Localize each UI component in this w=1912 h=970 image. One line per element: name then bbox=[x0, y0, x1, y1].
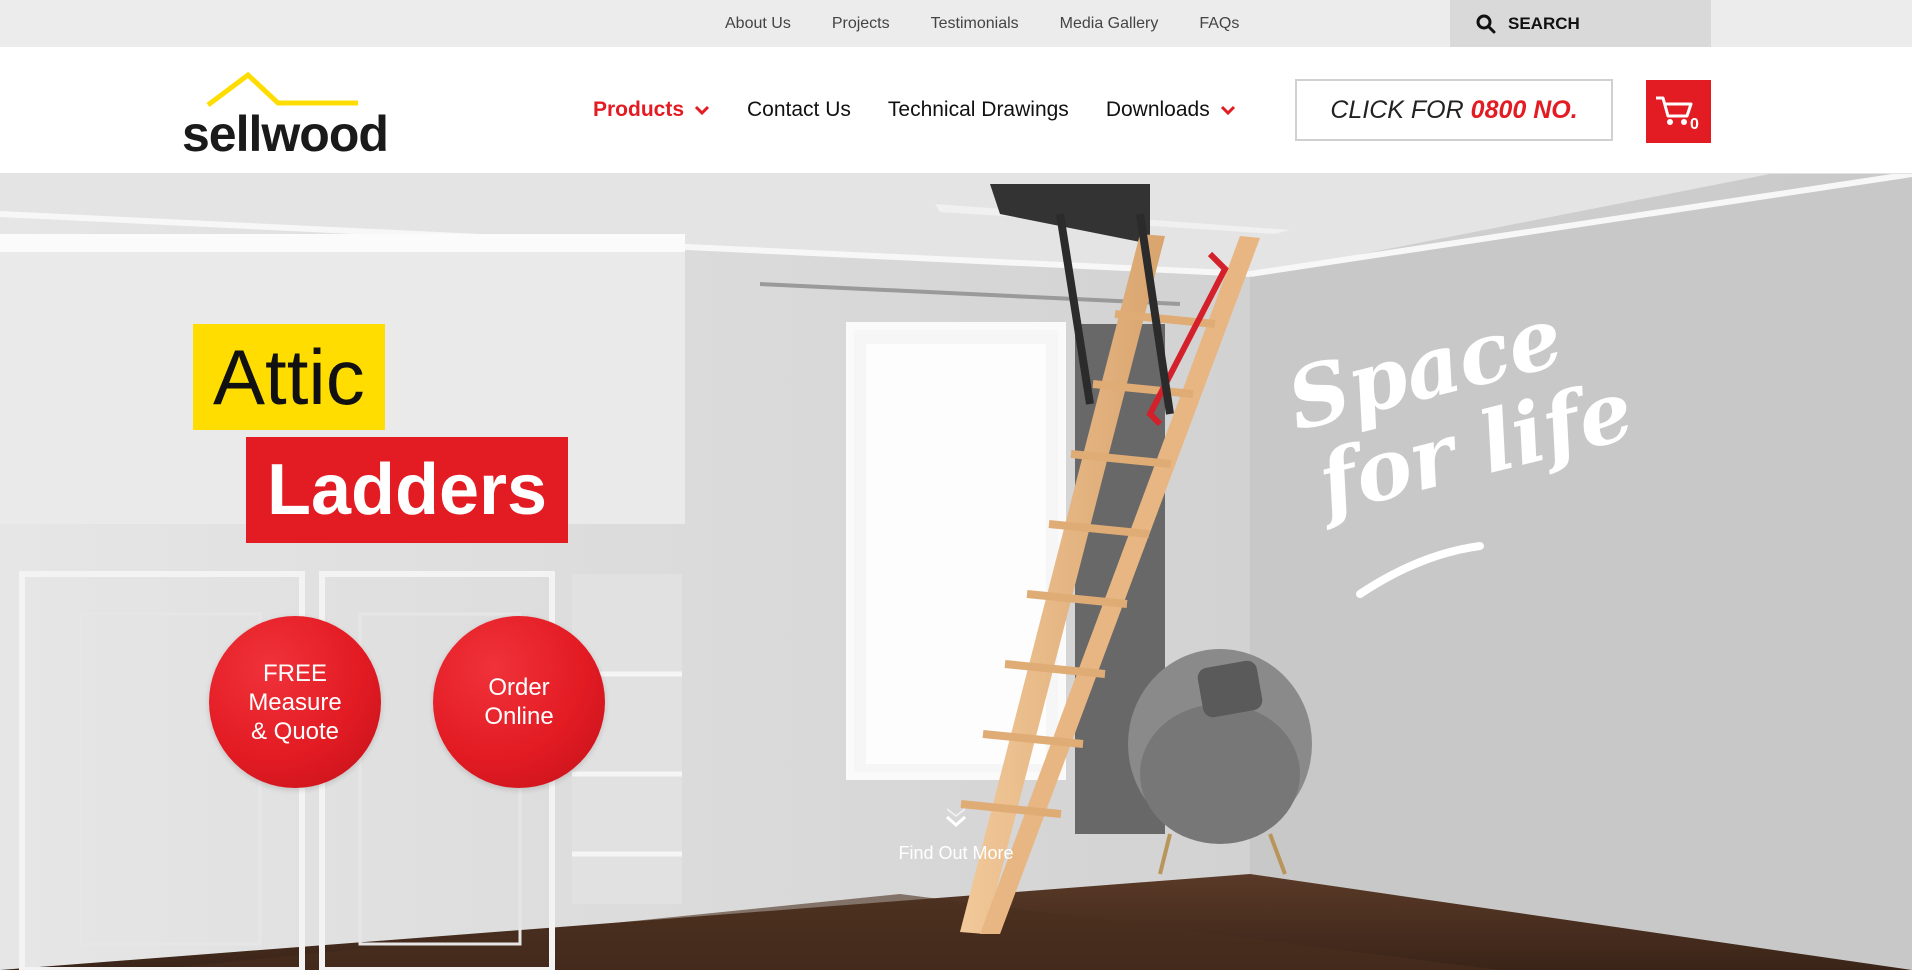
cart-icon bbox=[1656, 96, 1693, 125]
find-out-more-link[interactable]: Find Out More bbox=[856, 806, 1056, 864]
nav-item-label: Contact Us bbox=[747, 98, 851, 121]
free-measure-quote-button[interactable]: FREE Measure & Quote bbox=[209, 616, 381, 788]
nav-item-downloads[interactable]: Downloads bbox=[1106, 98, 1236, 122]
nav-item-technical-drawings[interactable]: Technical Drawings bbox=[888, 98, 1069, 122]
search-box[interactable] bbox=[1450, 0, 1711, 47]
nav-item-label: Products bbox=[593, 98, 685, 121]
phone-number-button[interactable]: CLICK FOR 0800 NO. bbox=[1295, 79, 1613, 141]
button-label: Order Online bbox=[484, 674, 554, 730]
utility-nav: About Us Projects Testimonials Media Gal… bbox=[725, 0, 1280, 47]
logo-text: sellwood bbox=[182, 106, 389, 162]
util-link-about-us[interactable]: About Us bbox=[725, 15, 791, 33]
util-link-media-gallery[interactable]: Media Gallery bbox=[1060, 15, 1159, 33]
find-out-more-label: Find Out More bbox=[898, 843, 1014, 863]
search-input[interactable] bbox=[1508, 13, 1688, 34]
nav-item-label: Technical Drawings bbox=[887, 98, 1069, 121]
hero-headline-ladders: Ladders bbox=[246, 437, 569, 543]
chevron-down-icon bbox=[1220, 105, 1235, 116]
nav-item-label: Downloads bbox=[1105, 98, 1210, 121]
utility-bar: About Us Projects Testimonials Media Gal… bbox=[0, 0, 1912, 47]
nav-item-products[interactable]: Products bbox=[593, 98, 710, 122]
chevron-down-icon bbox=[946, 808, 966, 828]
util-link-faqs[interactable]: FAQs bbox=[1199, 15, 1239, 33]
main-header: sellwood Products Contact Us Technical D… bbox=[0, 47, 1912, 174]
button-label: FREE Measure & Quote bbox=[248, 659, 342, 745]
sellwood-logo[interactable]: sellwood bbox=[180, 67, 390, 167]
hero-banner: Attic Ladders FREE Measure & Quote Order… bbox=[0, 174, 1912, 970]
phone-number: 0800 NO. bbox=[1470, 95, 1578, 124]
nav-item-contact-us[interactable]: Contact Us bbox=[747, 98, 851, 122]
chevron-down-icon bbox=[694, 105, 710, 116]
search-icon bbox=[1476, 14, 1496, 33]
util-link-projects[interactable]: Projects bbox=[832, 15, 890, 33]
cart-count: 0 bbox=[1690, 116, 1699, 133]
util-link-testimonials[interactable]: Testimonials bbox=[931, 15, 1019, 33]
phone-prefix: CLICK FOR bbox=[1330, 95, 1464, 124]
cart-button[interactable]: 0 bbox=[1646, 80, 1711, 143]
main-nav: Products Contact Us Technical Drawings D… bbox=[593, 47, 1273, 173]
order-online-button[interactable]: Order Online bbox=[433, 616, 605, 788]
hero-headline-attic: Attic bbox=[193, 324, 385, 430]
